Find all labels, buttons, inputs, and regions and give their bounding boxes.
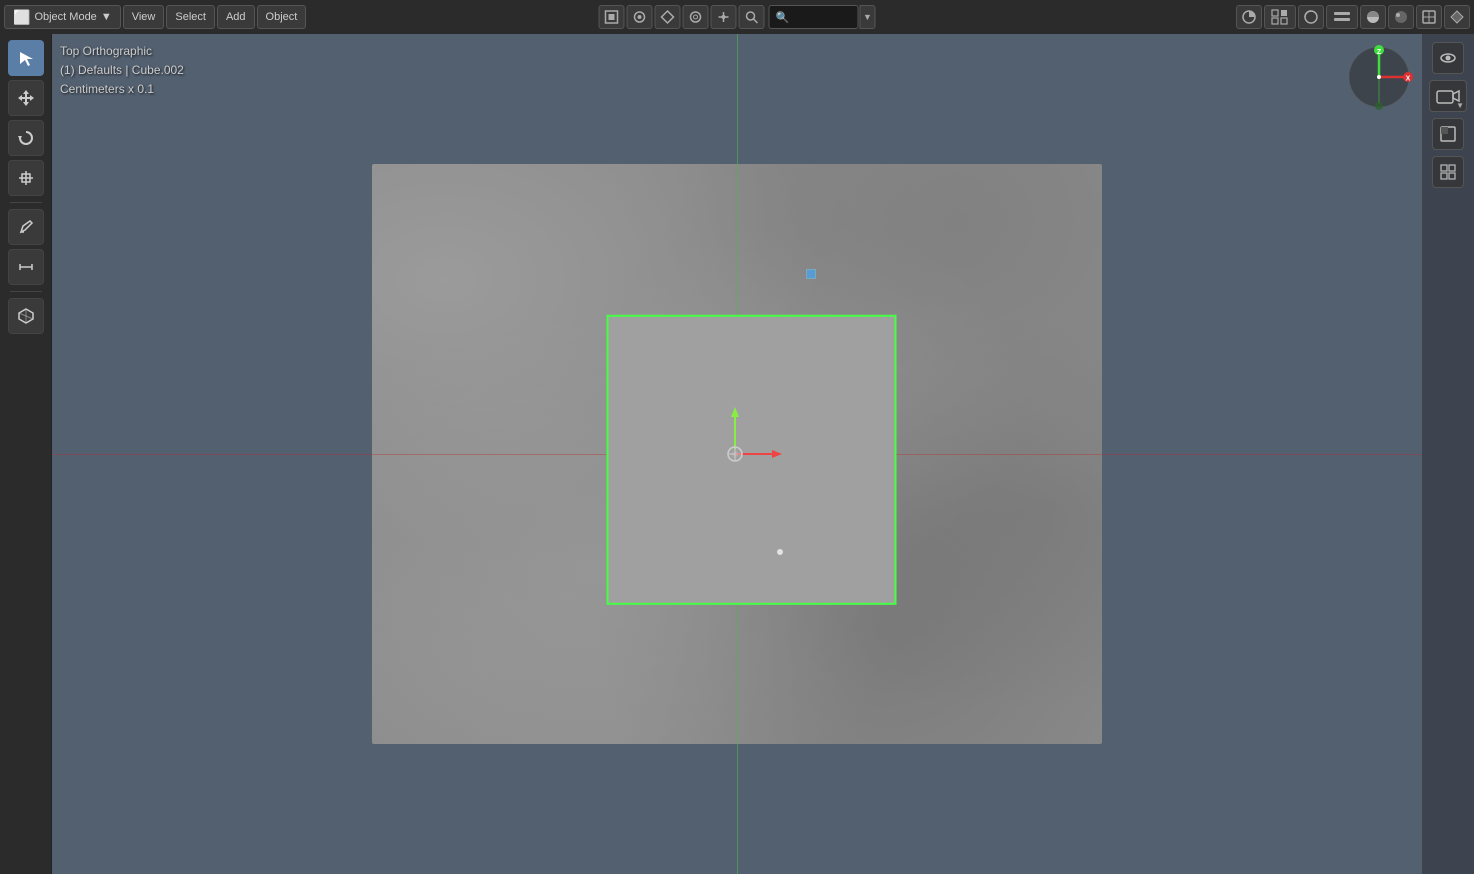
grid-icon-btn[interactable]: [1432, 156, 1464, 188]
mode-icon: ⬜: [13, 9, 30, 26]
object-menu[interactable]: Object: [257, 5, 307, 29]
search-dropdown[interactable]: ▼: [860, 5, 876, 29]
view-toggle-btn[interactable]: [627, 5, 653, 29]
viewport-icon-btn[interactable]: [1432, 118, 1464, 150]
transform-btn[interactable]: [711, 5, 737, 29]
viewport-extra-btn[interactable]: [1326, 5, 1358, 29]
view-menu[interactable]: View: [123, 5, 165, 29]
axis-indicator[interactable]: Z X: [1344, 42, 1414, 112]
material-preview-btn[interactable]: [1360, 5, 1386, 29]
gizmo-toggle-btn[interactable]: [1444, 5, 1470, 29]
sidebar-move-tool[interactable]: [8, 80, 44, 116]
sidebar-divider-1: [10, 202, 42, 203]
sidebar-select-tool[interactable]: [8, 40, 44, 76]
add-menu[interactable]: Add: [217, 5, 255, 29]
overlay-toggle-btn[interactable]: [1416, 5, 1442, 29]
eye-icon-btn[interactable]: [1432, 42, 1464, 74]
search-btn[interactable]: [739, 5, 765, 29]
proportional-btn[interactable]: [683, 5, 709, 29]
rendered-preview-btn[interactable]: [1388, 5, 1414, 29]
mode-label: Object Mode: [34, 11, 96, 23]
sidebar-annotate-tool[interactable]: [8, 209, 44, 245]
mode-dropdown-icon: ▼: [101, 11, 112, 23]
render-icon-btn[interactable]: [599, 5, 625, 29]
mouse-cursor: [777, 549, 783, 555]
viewport[interactable]: Top Orthographic (1) Defaults | Cube.002…: [52, 34, 1422, 874]
right-sidebar: ▼: [1422, 34, 1474, 874]
scene-label: (1) Defaults | Cube.002: [60, 61, 184, 80]
viewport-display-btn[interactable]: [1264, 5, 1296, 29]
render-mode-icon[interactable]: [1298, 5, 1324, 29]
sidebar-rotate-tool[interactable]: [8, 120, 44, 156]
sidebar-cube-tool[interactable]: [8, 298, 44, 334]
projection-label: Top Orthographic: [60, 42, 184, 61]
search-icon: 🔍: [776, 11, 790, 24]
svg-text:Z: Z: [1377, 49, 1382, 56]
search-field[interactable]: 🔍: [769, 5, 859, 29]
svg-text:X: X: [1406, 76, 1411, 83]
object-origin-indicator: [806, 269, 816, 279]
viewport-info: Top Orthographic (1) Defaults | Cube.002…: [60, 42, 184, 100]
sidebar-measure-tool[interactable]: [8, 249, 44, 285]
select-menu[interactable]: Select: [166, 5, 215, 29]
transform-gizmo: [685, 399, 785, 499]
left-sidebar: [0, 34, 52, 874]
center-toolbar: 🔍 ▼: [599, 0, 876, 34]
sidebar-divider-2: [10, 291, 42, 292]
right-toolbar: [1236, 0, 1474, 34]
units-label: Centimeters x 0.1: [60, 80, 184, 99]
camera-icon-btn[interactable]: ▼: [1429, 80, 1467, 112]
snap-btn[interactable]: [655, 5, 681, 29]
viewport-shading-icon[interactable]: [1236, 5, 1262, 29]
sidebar-scale-tool[interactable]: [8, 160, 44, 196]
mode-selector[interactable]: ⬜ Object Mode ▼: [4, 5, 121, 29]
